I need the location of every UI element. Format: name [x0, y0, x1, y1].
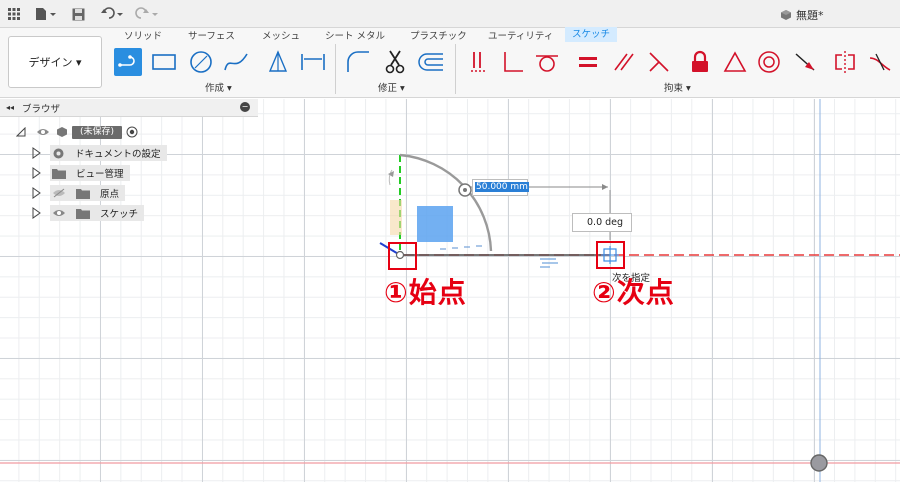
browser-item[interactable]: ビュー管理: [32, 165, 130, 181]
start-point-icon[interactable]: [395, 250, 405, 260]
expand-arrow-icon[interactable]: [32, 167, 42, 179]
view-cube-face: [417, 206, 453, 242]
eye-hidden-icon[interactable]: [52, 188, 66, 198]
folder-icon: [76, 188, 90, 199]
activate-component-icon[interactable]: [126, 126, 138, 138]
browser-item[interactable]: ドキュメントの設定: [32, 145, 167, 161]
browser-item-label: 原点: [100, 189, 120, 200]
origin-plane-hint: [390, 200, 402, 235]
browser-root-row[interactable]: (未保存): [16, 124, 138, 140]
root-component: (未保存): [56, 124, 138, 140]
angle-guide: [440, 245, 482, 250]
length-input-value: 50.000 mm: [475, 182, 529, 192]
expand-arrow-icon[interactable]: [32, 187, 42, 199]
dimension-arrow-icon: [602, 184, 608, 190]
next-point-callout: ②次点: [592, 276, 675, 309]
eye-icon[interactable]: [36, 127, 50, 137]
angle-input-value: 0.0 deg: [587, 217, 624, 228]
browser-item-label: スケッチ: [100, 209, 139, 220]
length-input[interactable]: 50.000 mm: [472, 179, 529, 196]
folder-icon: [76, 208, 90, 219]
browser-item-label: ドキュメントの設定: [75, 149, 161, 160]
collapse-panel-icon[interactable]: ◂◂: [6, 103, 14, 112]
folder-icon: [52, 168, 66, 179]
browser-title: ブラウザ: [22, 103, 61, 115]
dimension-grip-dot: [463, 188, 467, 192]
origin-point-icon: [810, 454, 828, 472]
sketch-geometry: [0, 99, 900, 482]
browser-item[interactable]: スケッチ: [32, 205, 145, 221]
browser-header: ◂◂ ブラウザ −: [0, 99, 258, 117]
eye-icon[interactable]: [52, 208, 66, 218]
angle-input[interactable]: 0.0 deg: [572, 213, 632, 232]
start-point-callout: ①始点: [384, 276, 467, 309]
browser-panel: ◂◂ ブラウザ − (未保存) ドキュメントの設定 ビュー管理 原点 スケッチ: [0, 99, 258, 229]
expand-arrow-icon[interactable]: [32, 207, 42, 219]
horizontal-constraint-icon: [540, 258, 558, 268]
component-icon: [57, 127, 67, 137]
expand-arrow-icon[interactable]: [32, 147, 42, 159]
minimize-panel-icon[interactable]: −: [240, 102, 250, 112]
browser-item-label: ビュー管理: [76, 169, 124, 180]
root-component-label: (未保存): [72, 125, 123, 139]
gear-icon: [53, 148, 64, 158]
expand-triangle-icon[interactable]: [16, 127, 26, 137]
browser-item[interactable]: 原点: [32, 185, 126, 201]
